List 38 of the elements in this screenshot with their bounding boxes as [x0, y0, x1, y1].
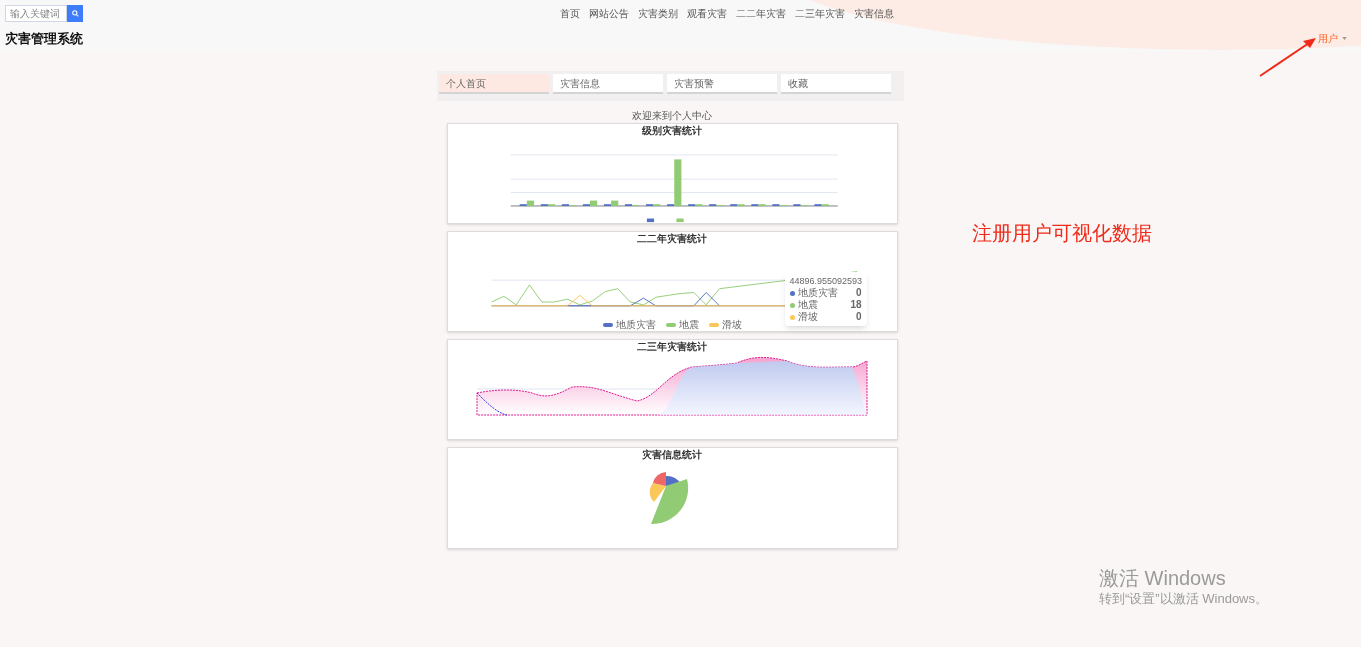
tooltip-value: 18	[850, 299, 862, 311]
site-title: 灾害管理系统	[5, 30, 83, 48]
tooltip-value: 0	[855, 311, 862, 323]
chart-title: 二三年灾害统计	[637, 341, 707, 353]
chart-title: 灾害信息统计	[642, 449, 702, 461]
tooltip-label: 地质灾害	[797, 287, 839, 299]
nav-link[interactable]: 灾害信息	[854, 6, 894, 21]
tooltip-header: 44896.955092593	[789, 275, 862, 287]
search-button[interactable]	[67, 5, 83, 22]
activation-title: 激活 Windows	[1099, 566, 1227, 590]
legend-swatch	[646, 218, 655, 223]
legend-label: 滑坡	[721, 319, 742, 331]
legend-label: 地震	[678, 319, 699, 331]
tab[interactable]: 灾害信息	[553, 74, 663, 94]
welcome-heading: 欢迎来到个人中心	[632, 109, 712, 123]
nav-link[interactable]: 二二年灾害	[736, 6, 786, 21]
tooltip-label: 地震	[797, 299, 819, 311]
legend-label: 地质灾害	[615, 319, 656, 331]
tooltip-label: 滑坡	[797, 311, 819, 323]
nav-link[interactable]: 二三年灾害	[795, 6, 845, 21]
tab[interactable]: 收藏	[781, 74, 891, 94]
annotation-text: 注册用户可视化数据	[972, 221, 1152, 246]
legend-swatch	[676, 218, 684, 223]
nav-link[interactable]: 观看灾害	[687, 6, 727, 21]
tab[interactable]: 灾害预警	[667, 74, 777, 94]
tab[interactable]: 个人首页	[439, 74, 549, 94]
chart-line	[476, 392, 508, 416]
nav-link[interactable]: 灾害类别	[638, 6, 678, 21]
search-field[interactable]: 输入关键词	[5, 5, 67, 22]
chart-title: 二二年灾害统计	[637, 233, 707, 245]
nav-link[interactable]: 网站公告	[589, 6, 629, 21]
chart-title: 级别灾害统计	[642, 125, 702, 137]
arrow-annotation	[1259, 37, 1317, 77]
search-icon	[71, 10, 79, 17]
activation-message: 转到“设置”以激活 Windows。	[1099, 590, 1268, 608]
tooltip-value: 0	[855, 287, 862, 299]
nav-link[interactable]: 首页	[560, 6, 580, 21]
caret-icon	[1342, 37, 1347, 40]
